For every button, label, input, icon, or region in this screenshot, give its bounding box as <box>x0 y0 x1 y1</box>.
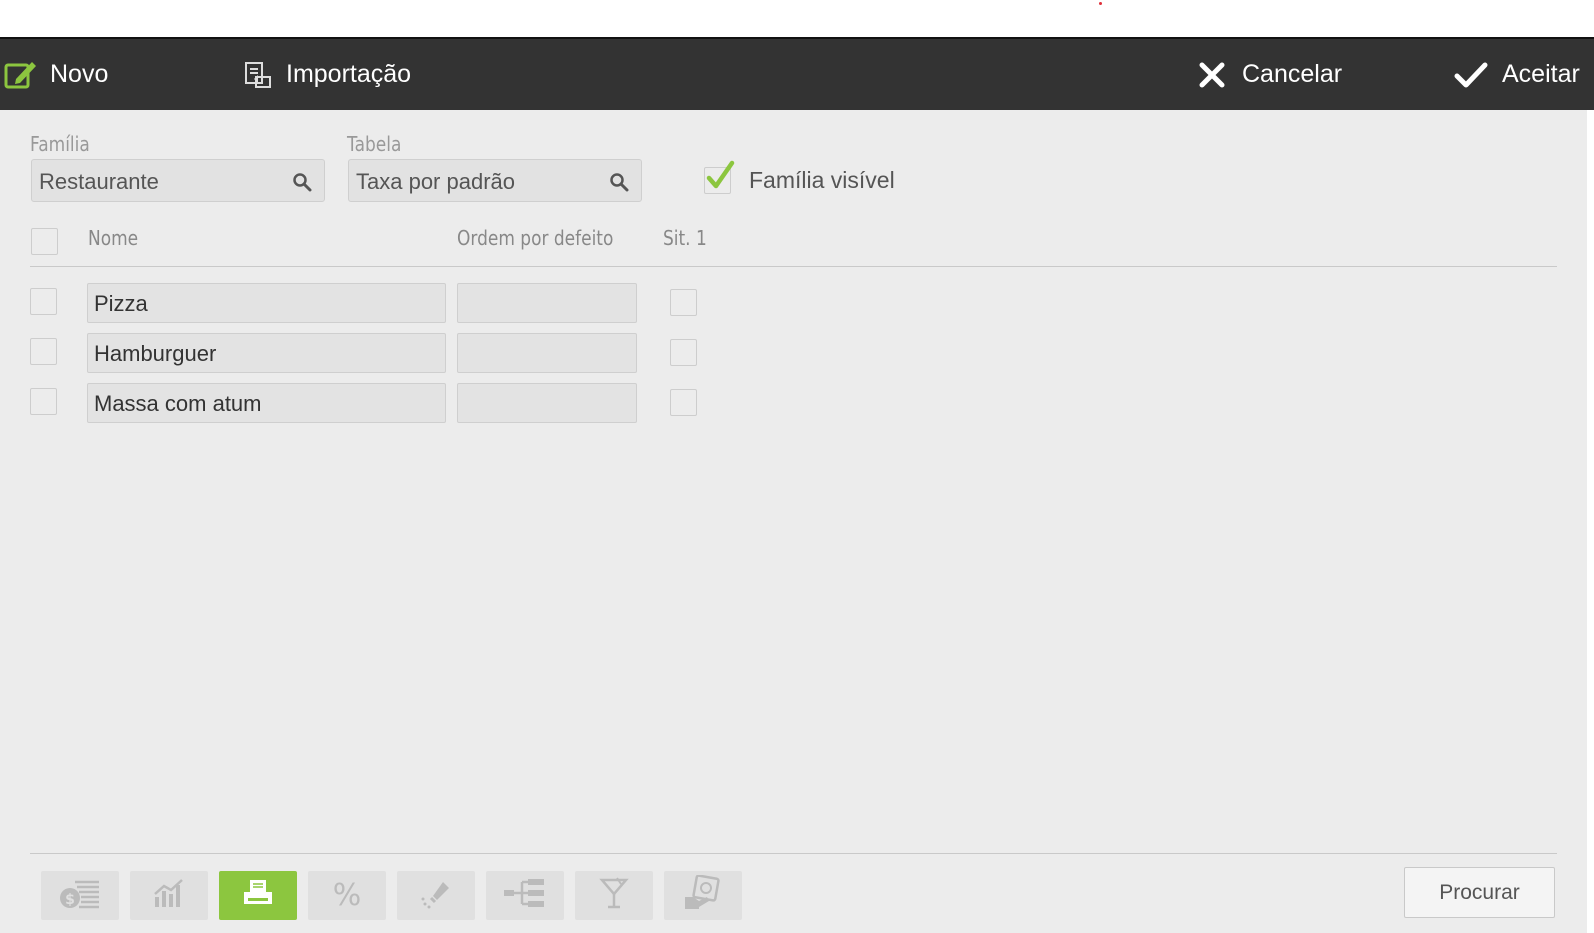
check-icon <box>1454 61 1488 89</box>
window-edge <box>1587 110 1594 933</box>
default-order-field[interactable] <box>457 383 637 423</box>
price-list-icon: $ <box>59 876 101 915</box>
import-icon <box>244 61 274 89</box>
percent-tab[interactable]: % <box>308 871 386 920</box>
cancel-button-label: Cancelar <box>1242 60 1343 88</box>
family-visible-label: Família visível <box>749 167 895 193</box>
sit1-checkbox[interactable] <box>670 339 697 366</box>
main-toolbar: Novo Importação Cancelar Aceitar <box>0 37 1594 110</box>
table-row: Massa com atum <box>0 383 720 423</box>
status-dot <box>1099 2 1102 5</box>
import-button-label: Importação <box>286 60 412 88</box>
default-order-field[interactable] <box>457 333 637 373</box>
new-button[interactable]: Novo <box>4 39 108 110</box>
new-button-label: Novo <box>50 60 109 88</box>
family-label: Família <box>30 132 90 156</box>
edit-icon <box>4 59 38 91</box>
accept-button[interactable]: Aceitar <box>1454 39 1580 110</box>
footer-divider <box>30 853 1557 854</box>
cancel-button[interactable]: Cancelar <box>1198 39 1342 110</box>
search-button[interactable]: Procurar <box>1404 867 1555 918</box>
select-all-checkbox[interactable] <box>31 228 58 255</box>
default-order-field[interactable] <box>457 283 637 323</box>
table-lookup[interactable]: Taxa por padrão <box>348 159 642 202</box>
checkmark-icon <box>706 160 736 197</box>
column-header-sit1: Sit. 1 <box>663 226 707 250</box>
price-list-tab[interactable]: $ <box>41 871 119 920</box>
sit1-checkbox[interactable] <box>670 389 697 416</box>
header-divider <box>30 266 1557 267</box>
percent-icon: % <box>332 878 362 913</box>
printer-icon <box>242 878 274 913</box>
statistics-icon <box>152 877 186 914</box>
table-row: Pizza <box>0 283 720 323</box>
coupon-tab[interactable] <box>664 871 742 920</box>
table-row: Hamburguer <box>0 333 720 373</box>
seasoning-icon <box>419 876 453 915</box>
family-visible-checkbox[interactable] <box>704 160 735 194</box>
coupon-icon <box>683 874 723 916</box>
search-icon[interactable] <box>609 172 629 197</box>
row-select-checkbox[interactable] <box>30 388 57 415</box>
name-field[interactable]: Pizza <box>87 283 446 323</box>
close-icon <box>1198 61 1226 89</box>
table-value: Taxa por padrão <box>356 169 515 194</box>
statistics-tab[interactable] <box>130 871 208 920</box>
family-value: Restaurante <box>39 169 159 194</box>
top-strip <box>0 0 1594 37</box>
hierarchy-icon <box>502 877 548 914</box>
row-select-checkbox[interactable] <box>30 338 57 365</box>
cocktail-icon <box>599 876 629 915</box>
svg-text:$: $ <box>65 892 75 908</box>
column-header-default-order: Ordem por defeito <box>457 226 614 250</box>
seasoning-tab[interactable] <box>397 871 475 920</box>
column-header-name: Nome <box>88 226 139 250</box>
accept-button-label: Aceitar <box>1502 60 1580 88</box>
hierarchy-tab[interactable] <box>486 871 564 920</box>
cocktail-tab[interactable] <box>575 871 653 920</box>
table-label: Tabela <box>347 132 402 156</box>
name-field[interactable]: Massa com atum <box>87 383 446 423</box>
import-button[interactable]: Importação <box>244 39 411 110</box>
row-select-checkbox[interactable] <box>30 288 57 315</box>
sit1-checkbox[interactable] <box>670 289 697 316</box>
name-field[interactable]: Hamburguer <box>87 333 446 373</box>
search-icon[interactable] <box>292 172 312 197</box>
family-lookup[interactable]: Restaurante <box>31 159 325 202</box>
printer-tab[interactable] <box>219 871 297 920</box>
